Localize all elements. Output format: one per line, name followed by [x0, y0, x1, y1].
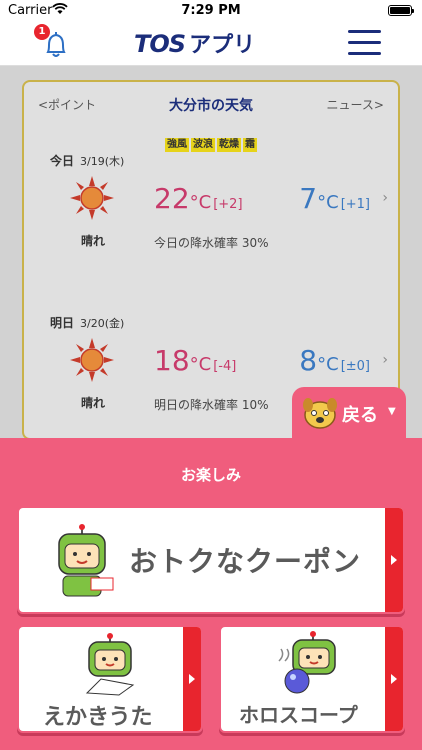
day-label: 明日	[50, 316, 75, 330]
horoscope-button[interactable]: ホロスコープ	[219, 625, 405, 733]
day-date: 3/20(金)	[80, 317, 125, 330]
clock: 7:29 PM	[181, 3, 241, 18]
weather-nav: <ポイント 大分市の天気 ニュース>	[24, 96, 398, 116]
notification-badge: 1	[34, 24, 50, 40]
day-label: 今日	[50, 154, 75, 168]
app-header: 1 TOS アプリ	[0, 22, 422, 66]
day-date: 3/19(木)	[80, 155, 125, 168]
warning-tag: 波浪	[191, 138, 215, 152]
robot-mascot-icon	[58, 524, 114, 597]
hamburger-menu-icon[interactable]	[348, 30, 381, 58]
drawing-song-button[interactable]: えかきうた	[17, 625, 203, 733]
warning-tags: 強風 波浪 乾燥霜	[24, 138, 398, 152]
forecast-today[interactable]: 今日 3/19(木) 晴れ 22°C [+2] 7°C [+1] › 今日の降水確率 …	[24, 152, 398, 282]
sunny-icon	[70, 176, 114, 220]
caret-down-icon: ▼	[388, 406, 396, 417]
back-button[interactable]: 戻る ▼	[292, 387, 406, 439]
high-temp: 22°C [+2]	[154, 182, 243, 215]
coupon-button[interactable]: おトクなクーポン	[17, 506, 405, 614]
weather-card: <ポイント 大分市の天気 ニュース> 強風 波浪 乾燥霜 今日 3/19(木) 晴れ …	[22, 80, 400, 440]
rain-probability: 今日の降水確率 30%	[154, 236, 269, 250]
robot-crystal-ball-icon	[278, 631, 336, 694]
drawing-song-label: えかきうた	[43, 705, 153, 730]
condition-label: 晴れ	[80, 234, 105, 248]
condition-label: 晴れ	[80, 396, 105, 410]
news-link[interactable]: ニュース>	[327, 96, 384, 113]
arrow-right-icon	[183, 627, 201, 731]
arrow-right-icon	[385, 627, 403, 731]
warning-tag: 乾燥	[217, 138, 241, 152]
robot-drawing-icon	[85, 633, 135, 696]
dog-mascot-icon	[303, 398, 337, 429]
warning-tag: 霜	[243, 138, 257, 152]
arrow-right-icon	[385, 508, 403, 612]
chevron-right-icon: ›	[382, 190, 388, 206]
chevron-right-icon: ›	[382, 352, 388, 368]
back-label: 戻る	[342, 405, 378, 426]
low-temp: 7°C [+1]	[299, 182, 370, 215]
warning-tag: 強風	[165, 138, 189, 152]
sunny-icon	[70, 338, 114, 382]
low-temp: 8°C [±0]	[299, 344, 370, 377]
rain-probability: 明日の降水確率 10%	[154, 398, 269, 412]
battery-icon	[388, 5, 414, 16]
coupon-label: おトクなクーポン	[129, 545, 362, 578]
horoscope-label: ホロスコープ	[239, 703, 358, 727]
app-logo: TOS アプリ	[134, 30, 256, 58]
status-bar: Carrier 7:29 PM	[0, 0, 422, 22]
high-temp: 18°C [-4]	[154, 344, 237, 377]
panel-title: お楽しみ	[180, 466, 241, 484]
